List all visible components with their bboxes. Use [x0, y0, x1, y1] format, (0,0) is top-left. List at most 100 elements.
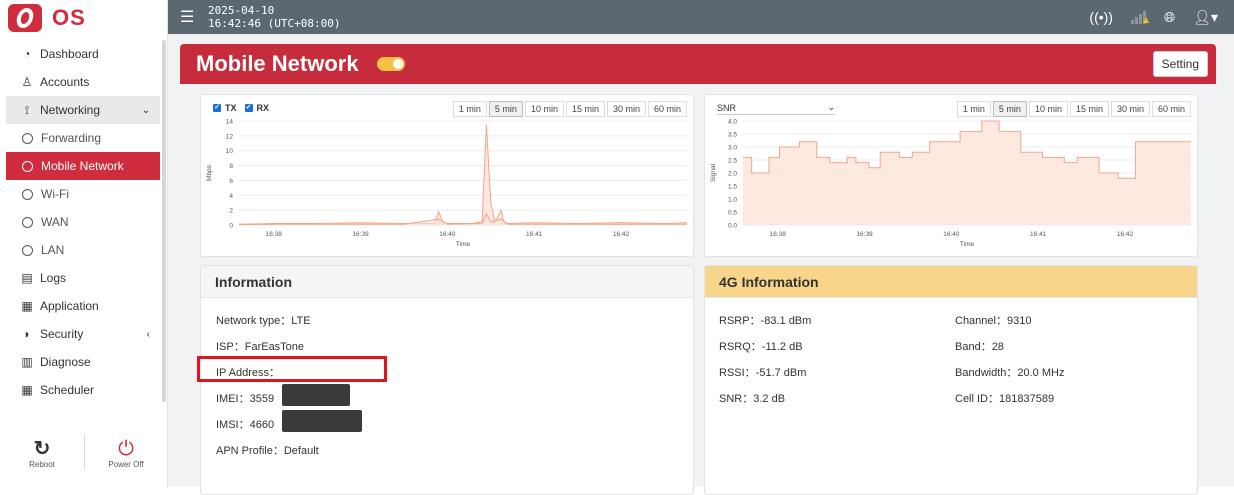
chevron-down-icon: ⌄ — [827, 102, 835, 112]
sidebar-scrollbar[interactable] — [162, 40, 166, 402]
y-tick-label: 3.5 — [728, 132, 737, 139]
calendar-icon: ▦ — [21, 383, 33, 397]
x-tick-label: 16:39 — [352, 231, 369, 238]
sidebar-item-wan[interactable]: WAN — [6, 208, 160, 236]
sidebar-nav: ◔ Dashboard ♙ Accounts ⟟ Networking ⌄ Fo… — [6, 40, 160, 404]
snr-select-value: SNR — [717, 102, 737, 113]
sidebar-item-label: Forwarding — [41, 131, 102, 145]
x-axis-label: Time — [960, 241, 975, 248]
signal-chart: 0.0 0.5 1.0 1.5 2.0 2.5 3.0 3.5 4.0 16:38 16:39 16:… — [710, 119, 1191, 248]
signal-warning-icon[interactable]: ▲ — [1130, 10, 1151, 26]
information-card: Information Network type：LTE ISP：FarEasT… — [197, 265, 694, 495]
clock-time: 16:42:46 (UTC+08:00) — [208, 17, 341, 30]
logo-icon — [8, 4, 42, 32]
user-icon: ♙ — [21, 75, 33, 89]
grid-icon: ▦ — [21, 299, 33, 313]
power-off-label: Power Off — [108, 459, 144, 469]
x-tick-label: 16:38 — [770, 231, 787, 238]
highlight-box — [197, 356, 387, 382]
traffic-chart: 0 2 4 6 8 10 12 14 16:38 16:39 16:40 16:41 16:42 Time… — [206, 119, 688, 248]
y-axis-label: Mbps — [206, 164, 213, 181]
sidebar-item-logs[interactable]: ▤ Logs — [6, 264, 160, 292]
tx-checkbox[interactable]: ✓ — [213, 104, 221, 112]
rx-checkbox[interactable]: ✓ — [244, 104, 253, 112]
x-tick-label: 16:42 — [613, 231, 630, 238]
y-tick-label: 2 — [229, 208, 233, 215]
sidebar-item-security[interactable]: ◗ Security ‹ — [6, 320, 160, 348]
mobile-network-toggle[interactable] — [376, 57, 405, 71]
sidebar-item-label: Security — [40, 327, 84, 341]
chevron-down-icon: ⌄ — [141, 104, 150, 116]
sidebar-item-label: Accounts — [40, 75, 90, 89]
sidebar-item-label: Scheduler — [40, 383, 95, 397]
sidebar-item-label: Mobile Network — [41, 159, 124, 173]
sidebar-item-dashboard[interactable]: ◔ Dashboard — [6, 40, 160, 68]
sidebar-item-diagnose[interactable]: ▥ Diagnose — [6, 348, 160, 376]
sidebar-item-scheduler[interactable]: ▦ Scheduler — [6, 376, 160, 404]
sidebar-actions: ↻ Reboot ⏻ Power Off — [0, 428, 168, 478]
apn-profile: APN Profile：Default — [216, 445, 319, 457]
cell-id: Cell ID：181837589 — [955, 393, 1055, 405]
sidebar-item-accounts[interactable]: ♙ Accounts — [6, 68, 160, 96]
power-icon: ⏻ — [118, 437, 134, 460]
page-header: Mobile Network Setting — [180, 44, 1216, 84]
channel: Channel：9310 — [955, 315, 1032, 327]
network-type: Network type：LTE — [216, 315, 311, 327]
redaction-mask — [282, 410, 362, 432]
imei: IMEI：3559 — [216, 393, 275, 405]
page-title: Mobile Network — [196, 51, 359, 76]
file-icon: ▤ — [21, 271, 33, 285]
bandwidth: Bandwidth：20.0 MHz — [955, 367, 1065, 379]
tx-label: TX — [225, 103, 237, 113]
reboot-button[interactable]: ↻ Reboot — [0, 428, 84, 478]
shield-icon: ◗ — [23, 327, 31, 341]
menu-icon[interactable]: ☰ — [180, 7, 200, 27]
y-tick-label: 12 — [226, 133, 234, 140]
sidebar-item-application[interactable]: ▦ Application — [6, 292, 160, 320]
sidebar-item-lan[interactable]: LAN — [6, 236, 160, 264]
user-menu-icon[interactable]: 👤︎▾ — [1193, 9, 1218, 26]
circle-icon — [22, 132, 33, 144]
sidebar-item-forwarding[interactable]: Forwarding — [6, 124, 160, 152]
x-tick-label: 16:38 — [266, 231, 283, 238]
x-tick-label: 16:42 — [1117, 231, 1134, 238]
globe-icon[interactable]: 🌐︎ — [1164, 9, 1175, 26]
x-axis-label: Time — [456, 241, 471, 248]
y-tick-label: 10 — [226, 148, 234, 155]
main-content: Mobile Network Setting ✓ TX ✓ RX 1 min 5… — [168, 34, 1234, 495]
circle-icon — [22, 216, 33, 228]
x-tick-label: 16:39 — [856, 231, 873, 238]
snr: SNR：3.2 dB — [719, 393, 786, 405]
power-off-button[interactable]: ⏻ Power Off — [84, 428, 168, 478]
y-tick-label: 0.5 — [728, 210, 737, 217]
chevron-left-icon: ‹ — [146, 328, 150, 340]
sidebar-item-label: Logs — [40, 271, 67, 285]
y-tick-label: 3.0 — [728, 145, 737, 152]
snr-select[interactable]: SNR ⌄ — [717, 101, 835, 115]
rssi: RSSI：-51.7 dBm — [719, 367, 807, 379]
y-tick-label: 4 — [229, 193, 233, 200]
4g-information-title: 4G Information — [705, 266, 1197, 298]
logo[interactable]: OS — [0, 0, 167, 36]
sidebar-item-label: Application — [40, 299, 99, 313]
y-tick-label: 0 — [229, 223, 233, 230]
circle-icon — [22, 244, 33, 256]
top-icons: ((•)) ▲ 🌐︎ 👤︎▾ — [1089, 0, 1218, 34]
circle-icon — [22, 188, 33, 200]
sidebar-item-networking[interactable]: ⟟ Networking ⌄ — [6, 96, 160, 124]
y-axis-label: Signal — [710, 163, 717, 182]
y-tick-label: 2.5 — [728, 158, 737, 165]
imsi: IMSI：4660 — [216, 419, 275, 431]
antenna-icon: ⟟ — [24, 102, 30, 117]
redaction-mask — [282, 384, 350, 406]
y-tick-label: 14 — [226, 119, 234, 126]
band: Band：28 — [955, 341, 1004, 353]
x-tick-label: 16:40 — [439, 231, 456, 238]
sidebar-item-wifi[interactable]: Wi-Fi — [6, 180, 160, 208]
rsrq: RSRQ：-11.2 dB — [719, 341, 803, 353]
divider — [84, 434, 85, 470]
setting-button[interactable]: Setting — [1152, 51, 1208, 77]
sidebar-item-label: Wi-Fi — [41, 187, 69, 201]
broadcast-icon[interactable]: ((•)) — [1089, 9, 1113, 25]
sidebar-item-mobile-network[interactable]: Mobile Network — [6, 152, 160, 180]
